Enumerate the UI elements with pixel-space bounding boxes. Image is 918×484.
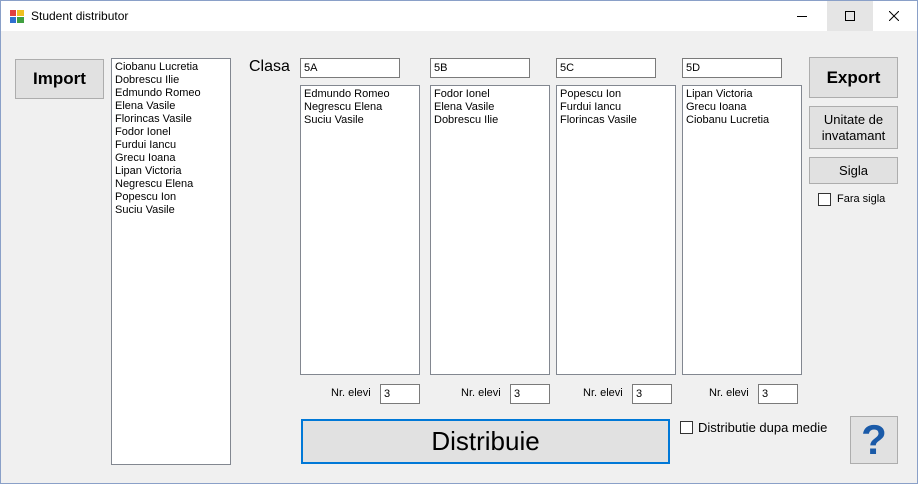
class-list-5c[interactable]: Popescu Ion Furdui Iancu Florincas Vasil… [556, 85, 676, 375]
list-item[interactable]: Dobrescu Ilie [115, 74, 227, 87]
list-item[interactable]: Negrescu Elena [304, 101, 416, 114]
list-item[interactable]: Popescu Ion [115, 191, 227, 204]
distribuie-button[interactable]: Distribuie [301, 419, 670, 464]
nr-elevi-input-5d[interactable]: 3 [758, 384, 798, 404]
close-button[interactable] [871, 1, 917, 31]
list-item[interactable]: Ciobanu Lucretia [686, 114, 798, 127]
nr-elevi-label-5b: Nr. elevi [461, 387, 501, 399]
sigla-label: Sigla [839, 163, 868, 178]
maximize-button[interactable] [827, 1, 873, 31]
list-item[interactable]: Popescu Ion [560, 88, 672, 101]
distribuie-label: Distribuie [431, 426, 540, 456]
list-item[interactable]: Lipan Victoria [115, 165, 227, 178]
help-icon: ? [861, 416, 887, 463]
list-item[interactable]: Dobrescu Ilie [434, 114, 546, 127]
list-item[interactable]: Ciobanu Lucretia [115, 61, 227, 74]
import-label: Import [33, 69, 86, 88]
list-item[interactable]: Edmundo Romeo [115, 87, 227, 100]
nr-elevi-label-5c: Nr. elevi [583, 387, 623, 399]
unitate-invatamant-label: Unitate de invatamant [821, 111, 886, 143]
class-name-input-5b[interactable]: 5B [430, 58, 530, 78]
export-label: Export [826, 67, 881, 87]
class-name-input-5c[interactable]: 5C [556, 58, 656, 78]
nr-elevi-input-5c[interactable]: 3 [632, 384, 672, 404]
list-item[interactable]: Furdui Iancu [115, 139, 227, 152]
export-button[interactable]: Export [809, 57, 898, 98]
nr-elevi-input-5b[interactable]: 3 [510, 384, 550, 404]
list-item[interactable]: Suciu Vasile [304, 114, 416, 127]
class-list-5b[interactable]: Fodor Ionel Elena Vasile Dobrescu Ilie [430, 85, 550, 375]
list-item[interactable]: Elena Vasile [434, 101, 546, 114]
main-window: Student distributor Import Ciobanu Lucre… [0, 0, 918, 484]
class-list-5a[interactable]: Edmundo Romeo Negrescu Elena Suciu Vasil… [300, 85, 420, 375]
unitate-invatamant-button[interactable]: Unitate de invatamant [809, 106, 898, 149]
nr-elevi-label-5d: Nr. elevi [709, 387, 749, 399]
list-item[interactable]: Grecu Ioana [115, 152, 227, 165]
source-student-list[interactable]: Ciobanu Lucretia Dobrescu Ilie Edmundo R… [111, 58, 231, 465]
distributie-dupa-medie-label[interactable]: Distributie dupa medie [698, 420, 827, 435]
nr-elevi-input-5a[interactable]: 3 [380, 384, 420, 404]
list-item[interactable]: Florincas Vasile [560, 114, 672, 127]
distributie-dupa-medie-checkbox[interactable] [680, 421, 693, 434]
window-title: Student distributor [31, 9, 129, 23]
import-button[interactable]: Import [15, 59, 104, 99]
close-icon [889, 11, 899, 21]
list-item[interactable]: Furdui Iancu [560, 101, 672, 114]
class-name-input-5a[interactable]: 5A [300, 58, 400, 78]
class-name-input-5d[interactable]: 5D [682, 58, 782, 78]
minimize-icon [797, 16, 807, 17]
fara-sigla-checkbox[interactable] [818, 193, 831, 206]
fara-sigla-label[interactable]: Fara sigla [837, 193, 885, 205]
minimize-button[interactable] [779, 1, 825, 31]
list-item[interactable]: Fodor Ionel [434, 88, 546, 101]
app-icon [10, 10, 24, 23]
clasa-label: Clasa [249, 58, 290, 75]
list-item[interactable]: Negrescu Elena [115, 178, 227, 191]
class-list-5d[interactable]: Lipan Victoria Grecu Ioana Ciobanu Lucre… [682, 85, 802, 375]
list-item[interactable]: Lipan Victoria [686, 88, 798, 101]
list-item[interactable]: Suciu Vasile [115, 204, 227, 217]
maximize-icon [845, 11, 855, 21]
list-item[interactable]: Grecu Ioana [686, 101, 798, 114]
help-button[interactable]: ? [850, 416, 898, 464]
list-item[interactable]: Edmundo Romeo [304, 88, 416, 101]
nr-elevi-label-5a: Nr. elevi [331, 387, 371, 399]
list-item[interactable]: Elena Vasile [115, 100, 227, 113]
title-bar[interactable]: Student distributor [1, 1, 917, 31]
list-item[interactable]: Florincas Vasile [115, 113, 227, 126]
list-item[interactable]: Fodor Ionel [115, 126, 227, 139]
sigla-button[interactable]: Sigla [809, 157, 898, 184]
